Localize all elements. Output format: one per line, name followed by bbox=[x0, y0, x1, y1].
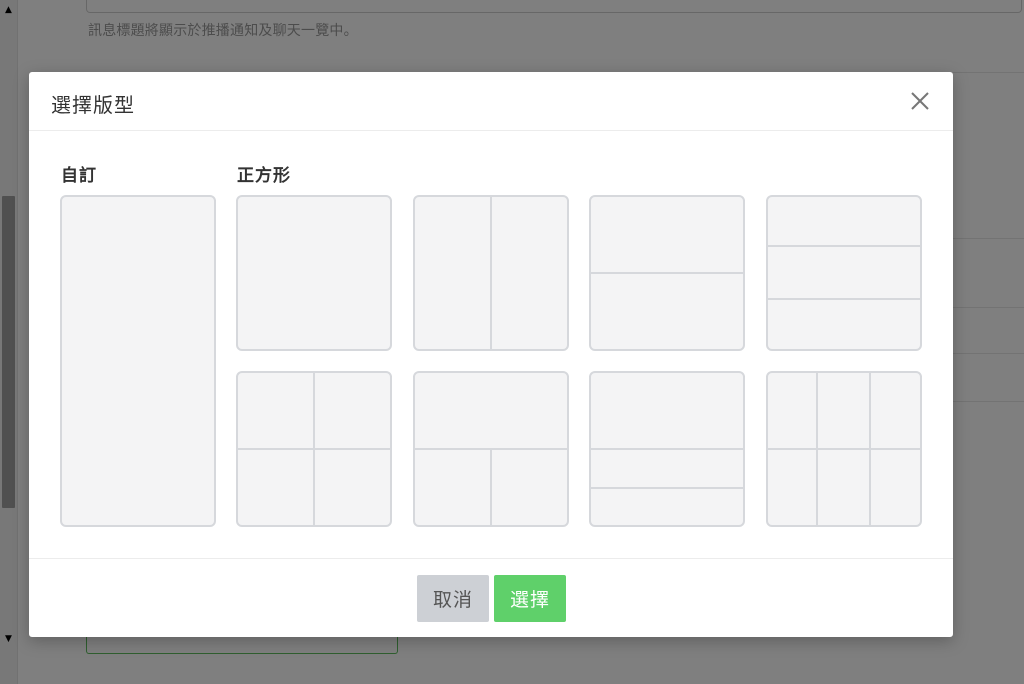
cancel-button[interactable]: 取消 bbox=[417, 575, 489, 622]
select-template-modal: 選擇版型 自訂 正方形 取消 選擇 bbox=[29, 72, 953, 637]
template-square-2-vertical[interactable] bbox=[413, 195, 569, 351]
template-square-1-top-2-bottom[interactable] bbox=[413, 371, 569, 527]
modal-footer: 取消 選擇 bbox=[29, 558, 953, 638]
template-divider bbox=[768, 298, 920, 300]
template-divider bbox=[591, 448, 743, 450]
section-label-custom: 自訂 bbox=[61, 166, 97, 186]
template-square-1[interactable] bbox=[236, 195, 392, 351]
template-divider bbox=[591, 272, 743, 274]
close-button[interactable] bbox=[907, 88, 933, 114]
template-square-1-top-2-rows[interactable] bbox=[589, 371, 745, 527]
template-square-2-horizontal[interactable] bbox=[589, 195, 745, 351]
template-square-4-grid[interactable] bbox=[236, 371, 392, 527]
template-square-6-grid[interactable] bbox=[766, 371, 922, 527]
template-custom-tall[interactable] bbox=[60, 195, 216, 527]
template-divider bbox=[816, 373, 818, 525]
select-button[interactable]: 選擇 bbox=[494, 575, 566, 622]
modal-body: 自訂 正方形 bbox=[29, 131, 953, 558]
template-divider bbox=[591, 487, 743, 489]
template-divider bbox=[768, 245, 920, 247]
modal-title: 選擇版型 bbox=[51, 93, 135, 117]
template-divider bbox=[238, 448, 390, 450]
modal-header: 選擇版型 bbox=[29, 72, 953, 131]
template-divider bbox=[768, 448, 920, 450]
section-label-square: 正方形 bbox=[237, 166, 291, 186]
template-square-3-rows[interactable] bbox=[766, 195, 922, 351]
template-divider bbox=[490, 197, 492, 349]
close-icon bbox=[911, 92, 929, 110]
template-divider bbox=[490, 448, 492, 525]
template-divider bbox=[869, 373, 871, 525]
